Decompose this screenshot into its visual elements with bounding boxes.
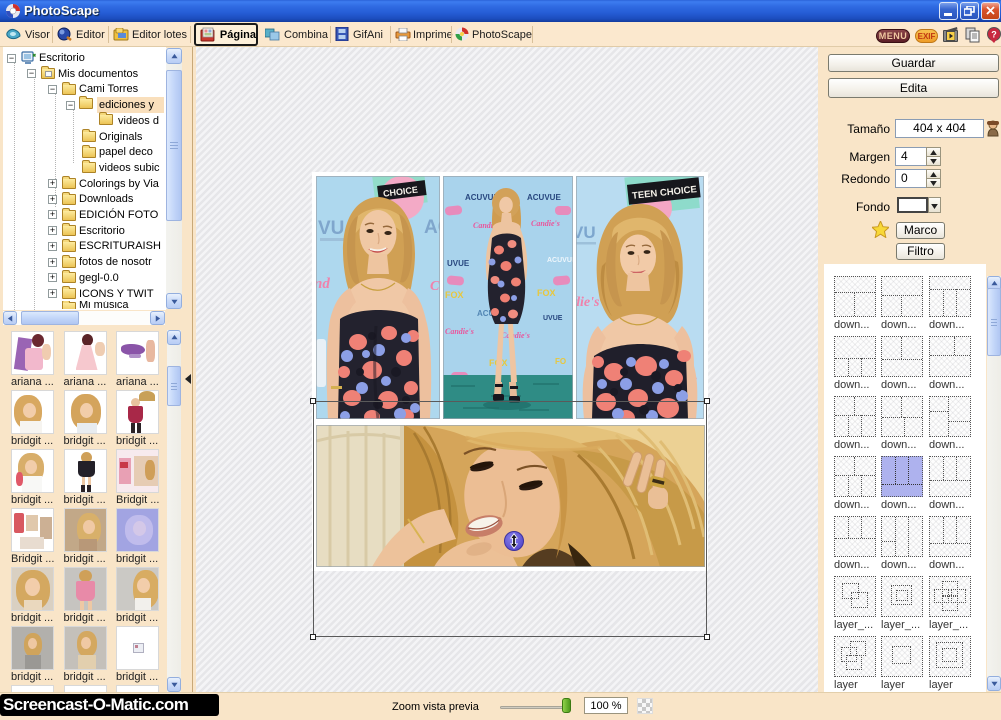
svg-text:die's: die's [576,295,600,310]
svg-text:VU: VU [318,218,344,239]
svg-text:FO: FO [555,357,566,366]
svg-text:Candie's: Candie's [531,219,560,228]
svg-text:AC: AC [424,217,440,238]
svg-text:nd: nd [316,276,330,292]
svg-text:ACUVUE: ACUVUE [527,193,561,202]
svg-text:VU: VU [576,223,596,242]
svg-text:?: ? [991,30,997,40]
svg-text:FOX: FOX [537,288,556,298]
svg-text:Candie's: Candie's [501,331,530,340]
svg-text:Candie's: Candie's [445,327,474,336]
svg-text:ACUVUE: ACUVUE [547,257,573,264]
svg-text:UVUE: UVUE [447,259,470,268]
svg-text:FOX: FOX [445,290,464,300]
svg-text:C: C [430,279,440,294]
svg-text:UVUE: UVUE [543,315,563,322]
